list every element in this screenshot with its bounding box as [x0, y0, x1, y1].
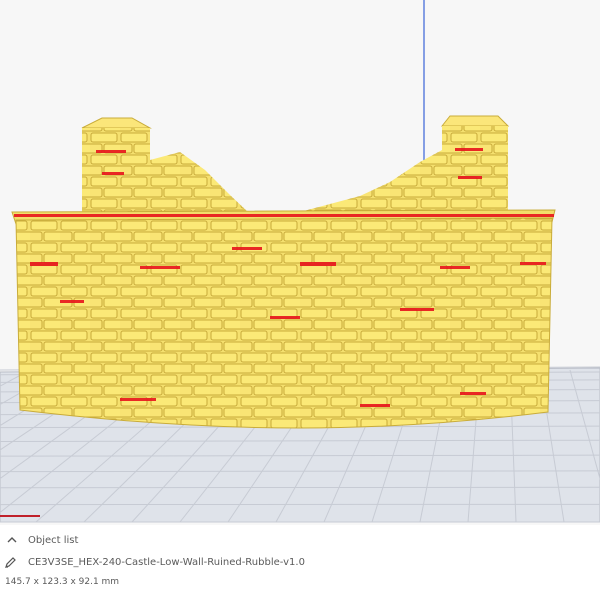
object-list-label: Object list	[28, 534, 79, 546]
grid-line	[0, 486, 600, 489]
object-list-panel: Object list CE3V3SE_HEX-240-Castle-Low-W…	[0, 525, 600, 593]
object-list-item[interactable]: CE3V3SE_HEX-240-Castle-Low-Wall-Ruined-R…	[0, 551, 600, 573]
left-tower	[81, 117, 152, 218]
chevron-up-icon[interactable]	[6, 534, 18, 546]
build-scene	[0, 0, 600, 523]
object-list-header[interactable]: Object list	[0, 529, 600, 551]
3d-viewport[interactable]	[0, 0, 600, 525]
castle-wall-model[interactable]	[11, 115, 556, 429]
main-wall	[15, 217, 553, 429]
dimensions-row: 145.7 x 123.3 x 92.1 mm	[0, 573, 600, 591]
left-rubble	[150, 152, 248, 215]
object-dimensions: 145.7 x 123.3 x 92.1 mm	[5, 577, 120, 587]
pencil-icon[interactable]	[4, 555, 18, 569]
object-file-name: CE3V3SE_HEX-240-Castle-Low-Wall-Ruined-R…	[28, 556, 305, 568]
right-rubble	[300, 150, 442, 215]
right-tower	[440, 115, 510, 218]
